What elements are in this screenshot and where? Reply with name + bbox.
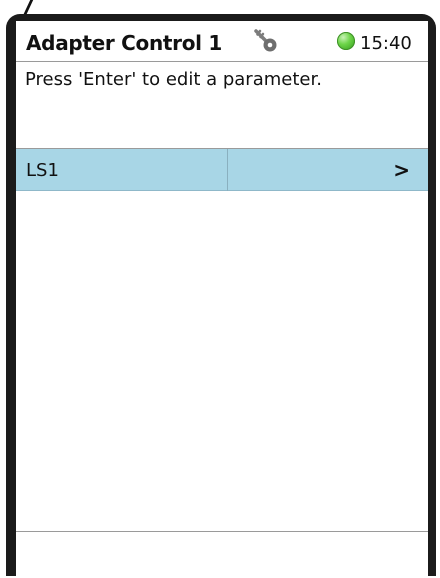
clock-time: 15:40 [360, 33, 412, 54]
device-screen: Adapter Control 1 15:40 Press 'Enter' to… [16, 21, 428, 576]
column-divider [227, 149, 228, 191]
device-bezel: Adapter Control 1 15:40 Press 'Enter' to… [6, 14, 436, 576]
title-bar: Adapter Control 1 15:40 [16, 21, 428, 61]
list-item-label: LS1 [26, 160, 59, 181]
key-icon [254, 29, 277, 52]
footer-bar [16, 531, 428, 576]
status-led-icon [337, 32, 355, 50]
parameter-list: LS1 > [16, 149, 428, 191]
instruction-text: Press 'Enter' to edit a parameter. [25, 69, 322, 90]
list-item-ls1[interactable]: LS1 > [16, 149, 428, 191]
page-title: Adapter Control 1 [26, 31, 223, 55]
instruction-panel: Press 'Enter' to edit a parameter. [16, 61, 428, 149]
chevron-right-icon: > [393, 158, 410, 182]
